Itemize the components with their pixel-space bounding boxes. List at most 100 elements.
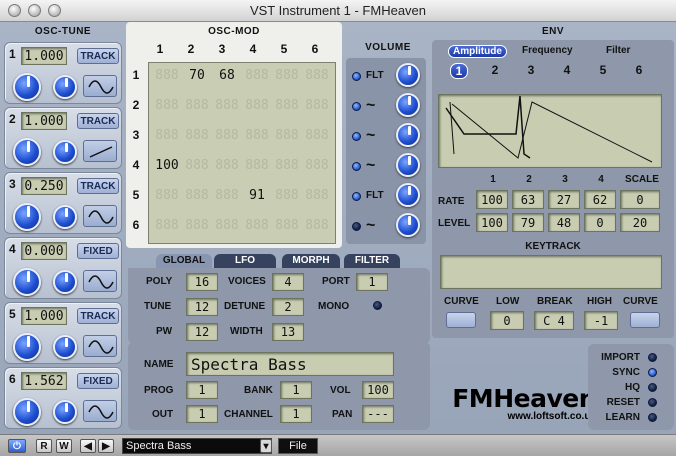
next-preset-icon[interactable]: ▶ xyxy=(98,439,114,453)
rate-display[interactable]: 63 xyxy=(512,190,544,209)
volume-led[interactable] xyxy=(352,192,361,201)
mod-cell[interactable]: 70 xyxy=(182,62,212,90)
tune-fine-knob[interactable] xyxy=(53,400,77,424)
mod-cell[interactable]: 888 xyxy=(302,152,332,180)
mod-cell[interactable]: 888 xyxy=(272,182,302,210)
mod-cell[interactable]: 888 xyxy=(272,152,302,180)
volume-led[interactable] xyxy=(352,162,361,171)
env-number-button[interactable]: 6 xyxy=(630,63,648,77)
mod-cell[interactable]: 888 xyxy=(242,62,272,90)
tune-coarse-knob[interactable] xyxy=(13,138,41,166)
tune-ratio-display[interactable]: 0.250 xyxy=(21,177,67,195)
env-number-button[interactable]: 4 xyxy=(558,63,576,77)
tune-mode-button[interactable]: FIXED xyxy=(77,373,119,389)
volume-led[interactable] xyxy=(352,132,361,141)
curve-right-button[interactable] xyxy=(630,312,660,328)
volume-led[interactable] xyxy=(352,222,361,231)
tune-fine-knob[interactable] xyxy=(53,140,77,164)
chevron-down-icon[interactable]: ▾ xyxy=(260,439,272,453)
volume-knob[interactable] xyxy=(396,213,420,237)
system-import-led[interactable] xyxy=(648,353,657,362)
env-number-button[interactable]: 5 xyxy=(594,63,612,77)
mod-cell[interactable]: 68 xyxy=(212,62,242,90)
keytrack-break-display[interactable]: C 4 xyxy=(534,311,574,330)
port-display[interactable]: 1 xyxy=(356,273,388,291)
tune-fine-knob[interactable] xyxy=(53,75,77,99)
tune-display[interactable]: 12 xyxy=(186,298,218,316)
tab-global[interactable]: GLOBAL xyxy=(156,254,212,268)
mod-cell[interactable]: 888 xyxy=(242,212,272,240)
mod-cell[interactable]: 888 xyxy=(302,182,332,210)
preset-select[interactable]: Spectra Bass xyxy=(122,438,272,454)
mod-cell[interactable]: 888 xyxy=(272,62,302,90)
waveform-button[interactable] xyxy=(83,335,117,357)
detune-display[interactable]: 2 xyxy=(272,298,304,316)
volume-knob[interactable] xyxy=(396,153,420,177)
tune-ratio-display[interactable]: 1.000 xyxy=(21,307,67,325)
env-tab[interactable]: Amplitude xyxy=(448,45,507,58)
mono-led[interactable] xyxy=(373,301,382,310)
mod-cell[interactable]: 888 xyxy=(182,92,212,120)
tune-ratio-display[interactable]: 1.000 xyxy=(21,112,67,130)
env-tab[interactable]: Frequency xyxy=(522,45,573,56)
tune-fine-knob[interactable] xyxy=(53,270,77,294)
prog-display[interactable]: 1 xyxy=(186,381,218,399)
mod-cell[interactable]: 888 xyxy=(212,182,242,210)
waveform-button[interactable] xyxy=(83,400,117,422)
mod-cell[interactable]: 888 xyxy=(302,92,332,120)
channel-display[interactable]: 1 xyxy=(280,405,312,423)
system-hq-led[interactable] xyxy=(648,383,657,392)
rate-display[interactable]: 100 xyxy=(476,190,508,209)
system-learn-led[interactable] xyxy=(648,413,657,422)
mod-cell[interactable]: 888 xyxy=(152,182,182,210)
mod-cell[interactable]: 888 xyxy=(152,122,182,150)
poly-display[interactable]: 16 xyxy=(186,273,218,291)
level-display[interactable]: 100 xyxy=(476,213,508,232)
level-display[interactable]: 0 xyxy=(584,213,616,232)
waveform-button[interactable] xyxy=(83,140,117,162)
mod-cell[interactable]: 888 xyxy=(182,152,212,180)
volume-knob[interactable] xyxy=(396,183,420,207)
mod-cell[interactable]: 888 xyxy=(212,212,242,240)
mod-cell[interactable]: 888 xyxy=(242,152,272,180)
power-icon[interactable]: ⏻ xyxy=(8,439,26,453)
level-display[interactable]: 20 xyxy=(620,213,660,232)
tune-mode-button[interactable]: TRACK xyxy=(77,308,119,324)
mod-cell[interactable]: 91 xyxy=(242,182,272,210)
file-button[interactable]: File xyxy=(278,438,318,454)
mod-cell[interactable]: 888 xyxy=(152,212,182,240)
volume-knob[interactable] xyxy=(396,123,420,147)
rate-display[interactable]: 62 xyxy=(584,190,616,209)
system-sync-led[interactable] xyxy=(648,368,657,377)
tune-coarse-knob[interactable] xyxy=(13,333,41,361)
read-button[interactable]: R xyxy=(36,439,52,453)
tune-coarse-knob[interactable] xyxy=(13,398,41,426)
mod-cell[interactable]: 888 xyxy=(272,212,302,240)
env-tab[interactable]: Filter xyxy=(606,45,630,56)
volume-knob[interactable] xyxy=(396,93,420,117)
mod-cell[interactable]: 888 xyxy=(242,92,272,120)
level-display[interactable]: 79 xyxy=(512,213,544,232)
mod-cell[interactable]: 888 xyxy=(302,62,332,90)
tune-ratio-display[interactable]: 0.000 xyxy=(21,242,67,260)
rate-display[interactable]: 0 xyxy=(620,190,660,209)
mod-cell[interactable]: 100 xyxy=(152,152,182,180)
mod-cell[interactable]: 888 xyxy=(152,62,182,90)
width-display[interactable]: 13 xyxy=(272,323,304,341)
waveform-button[interactable] xyxy=(83,75,117,97)
mod-cell[interactable]: 888 xyxy=(272,92,302,120)
mod-cell[interactable]: 888 xyxy=(152,92,182,120)
voices-display[interactable]: 4 xyxy=(272,273,304,291)
volume-led[interactable] xyxy=(352,72,361,81)
tune-coarse-knob[interactable] xyxy=(13,73,41,101)
env-number-button[interactable]: 1 xyxy=(450,63,468,79)
volume-led[interactable] xyxy=(352,102,361,111)
patch-name-field[interactable]: Spectra Bass xyxy=(186,352,394,376)
env-number-button[interactable]: 3 xyxy=(522,63,540,77)
tune-coarse-knob[interactable] xyxy=(13,268,41,296)
waveform-button[interactable] xyxy=(83,270,117,292)
tab-lfo[interactable]: LFO xyxy=(214,254,276,268)
keytrack-low-display[interactable]: 0 xyxy=(490,311,524,330)
tune-mode-button[interactable]: FIXED xyxy=(77,243,119,259)
pw-display[interactable]: 12 xyxy=(186,323,218,341)
